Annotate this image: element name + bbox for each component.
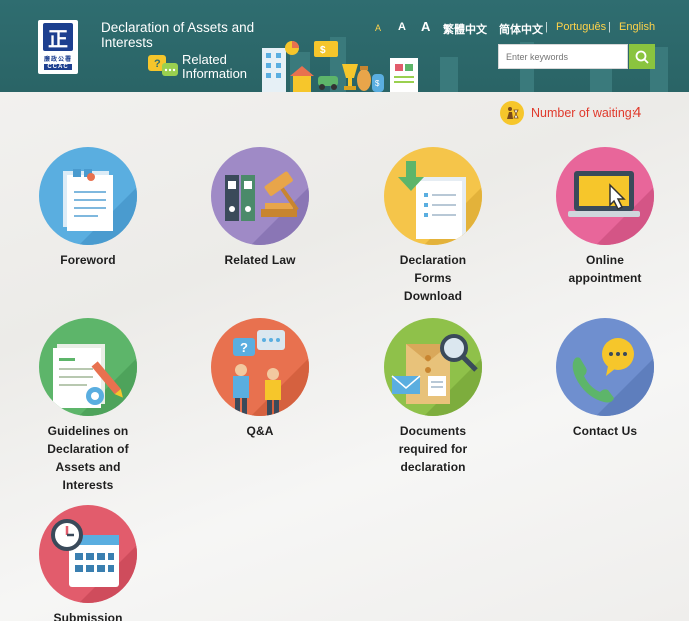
tile-label: Foreword — [60, 253, 116, 267]
tile-label: Q&A — [246, 424, 274, 438]
logo-cn-text: 廉政公署 — [43, 57, 72, 63]
lang-portuguese[interactable]: Português — [556, 21, 606, 33]
tile-submission[interactable]: Submission — [28, 505, 148, 621]
lang-english[interactable]: English — [619, 21, 655, 33]
svg-text:$: $ — [320, 45, 326, 56]
tile-label: Online appointment — [568, 253, 642, 285]
tile-label: Submission — [53, 611, 123, 621]
laptop-click-icon — [556, 147, 654, 245]
ccac-logo[interactable]: 正 廉政公署 CCAC — [38, 20, 78, 74]
svg-text:?: ? — [154, 58, 161, 70]
lang-separator: | — [545, 21, 548, 33]
tile-label: Related Law — [224, 253, 296, 267]
tile-label: Guidelines on Declaration of Assets and … — [47, 424, 129, 492]
tile-contact-us[interactable]: Contact Us — [545, 318, 665, 440]
gavel-binders-icon — [211, 147, 309, 245]
tile-qa[interactable]: ? Q&A — [200, 318, 320, 440]
site-title[interactable]: Declaration of Assets and Interests — [101, 20, 271, 50]
lang-traditional-chinese[interactable]: 繁體中文 — [443, 21, 487, 37]
calendar-clock-icon — [39, 505, 137, 603]
envelope-search-icon — [384, 318, 482, 416]
search-icon — [635, 50, 649, 64]
logo-en-text: CCAC — [44, 64, 72, 70]
svg-text:?: ? — [240, 340, 248, 355]
tile-documents-required[interactable]: Documents required for declaration — [373, 318, 493, 476]
assets-illustration: $ $ — [262, 41, 418, 92]
tile-label: Declaration Forms Download — [399, 253, 467, 303]
search-input[interactable] — [498, 44, 628, 69]
site-header: 正 廉政公署 CCAC Declaration of Assets and In… — [0, 0, 689, 92]
font-size-small[interactable]: A — [375, 23, 381, 33]
document-icon — [39, 147, 137, 245]
search-button[interactable] — [629, 44, 655, 69]
tile-guidelines[interactable]: Guidelines on Declaration of Assets and … — [28, 318, 148, 494]
lang-separator: | — [608, 21, 611, 33]
tile-label: Contact Us — [572, 424, 638, 438]
download-forms-icon — [384, 147, 482, 245]
lang-simplified-chinese[interactable]: 简体中文 — [499, 21, 543, 37]
svg-text:$: $ — [375, 79, 380, 88]
font-size-medium[interactable]: A — [398, 21, 406, 33]
qa-people-icon: ? — [211, 318, 309, 416]
question-chat-icon: ? — [148, 55, 178, 76]
tile-declaration-forms-download[interactable]: Declaration Forms Download — [373, 147, 493, 305]
tile-related-law[interactable]: Related Law — [200, 147, 320, 269]
guideline-document-icon — [39, 318, 137, 416]
tile-label: Documents required for declaration — [398, 424, 468, 474]
logo-mark: 正 — [43, 23, 73, 51]
phone-chat-icon — [556, 318, 654, 416]
tile-foreword[interactable]: Foreword — [28, 147, 148, 269]
tile-online-appointment[interactable]: Online appointment — [545, 147, 665, 287]
font-size-large[interactable]: A — [421, 19, 430, 34]
waiting-count: 4 — [633, 104, 642, 121]
hourglass-person-icon — [500, 101, 524, 125]
waiting-label: Number of waiting: — [531, 106, 636, 120]
related-information-link[interactable]: Related Information — [182, 53, 252, 81]
